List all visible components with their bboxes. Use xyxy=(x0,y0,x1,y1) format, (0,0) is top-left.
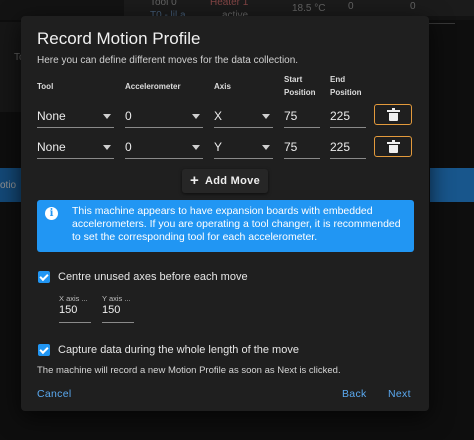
end-position-value: 225 xyxy=(330,109,351,123)
chevron-down-icon xyxy=(262,144,270,150)
x-axis-label: X axis ... xyxy=(59,294,88,303)
tool-select-value: None xyxy=(37,140,66,154)
end-position-value: 225 xyxy=(330,140,351,154)
start-position-input[interactable]: 75 xyxy=(284,136,320,159)
trash-icon xyxy=(386,139,400,153)
back-button[interactable]: Back xyxy=(342,388,367,400)
axis-select[interactable]: Y xyxy=(214,136,273,159)
checkbox-checked-icon xyxy=(39,271,49,281)
start-position-value: 75 xyxy=(284,140,298,154)
info-icon: i xyxy=(45,207,58,220)
plus-icon: + xyxy=(189,172,200,189)
chevron-down-icon xyxy=(192,113,200,119)
capture-whole-row: Capture data during the whole length of … xyxy=(38,344,299,356)
next-button[interactable]: Next xyxy=(388,388,411,400)
end-position-input[interactable]: 225 xyxy=(330,136,366,159)
dialog-subtitle: Here you can define different moves for … xyxy=(37,55,299,66)
accelerometer-select-value: 0 xyxy=(125,109,132,123)
capture-whole-label: Capture data during the whole length of … xyxy=(58,344,299,356)
trash-icon xyxy=(386,107,400,121)
accelerometer-select-value: 0 xyxy=(125,140,132,154)
axis-select-value: Y xyxy=(214,140,223,154)
y-axis-centre-input[interactable]: 150 xyxy=(102,304,134,323)
accelerometer-select[interactable]: 0 xyxy=(125,136,203,159)
next-note: The machine will record a new Motion Pro… xyxy=(37,365,341,376)
delete-move-button[interactable] xyxy=(374,136,412,157)
centre-axes-checkbox[interactable] xyxy=(38,271,50,283)
dialog-title: Record Motion Profile xyxy=(37,29,201,48)
y-axis-value: 150 xyxy=(102,304,121,316)
column-header-start-position: Start Position xyxy=(284,75,316,97)
record-motion-profile-dialog: Record Motion Profile Here you can defin… xyxy=(21,16,429,411)
add-move-button[interactable]: + Add Move xyxy=(182,169,268,193)
column-header-axis: Axis xyxy=(214,82,231,91)
column-header-end-position: End Position xyxy=(330,75,362,97)
accelerometer-select[interactable]: 0 xyxy=(125,105,203,128)
chevron-down-icon xyxy=(192,144,200,150)
tool-select[interactable]: None xyxy=(37,105,114,128)
x-axis-value: 150 xyxy=(59,304,78,316)
delete-move-button[interactable] xyxy=(374,104,412,125)
x-axis-centre-input[interactable]: 150 xyxy=(59,304,91,323)
capture-whole-checkbox[interactable] xyxy=(38,344,50,356)
chevron-down-icon xyxy=(103,113,111,119)
cancel-button[interactable]: Cancel xyxy=(37,388,71,400)
chevron-down-icon xyxy=(103,144,111,150)
centre-axes-label: Centre unused axes before each move xyxy=(58,271,248,283)
end-position-input[interactable]: 225 xyxy=(330,105,366,128)
axis-select[interactable]: X xyxy=(214,105,273,128)
expansion-board-alert: i This machine appears to have expansion… xyxy=(37,200,414,252)
alert-text: This machine appears to have expansion b… xyxy=(72,205,401,243)
start-position-input[interactable]: 75 xyxy=(284,105,320,128)
tool-select[interactable]: None xyxy=(37,136,114,159)
add-move-label: Add Move xyxy=(205,175,261,187)
centre-axes-row: Centre unused axes before each move xyxy=(38,271,248,283)
axis-select-value: X xyxy=(214,109,223,123)
tool-select-value: None xyxy=(37,109,66,123)
chevron-down-icon xyxy=(262,113,270,119)
column-header-tool: Tool xyxy=(37,82,54,91)
column-header-accelerometer: Accelerometer xyxy=(125,82,181,91)
start-position-value: 75 xyxy=(284,109,298,123)
checkbox-checked-icon xyxy=(39,344,49,354)
y-axis-label: Y axis ... xyxy=(102,294,131,303)
